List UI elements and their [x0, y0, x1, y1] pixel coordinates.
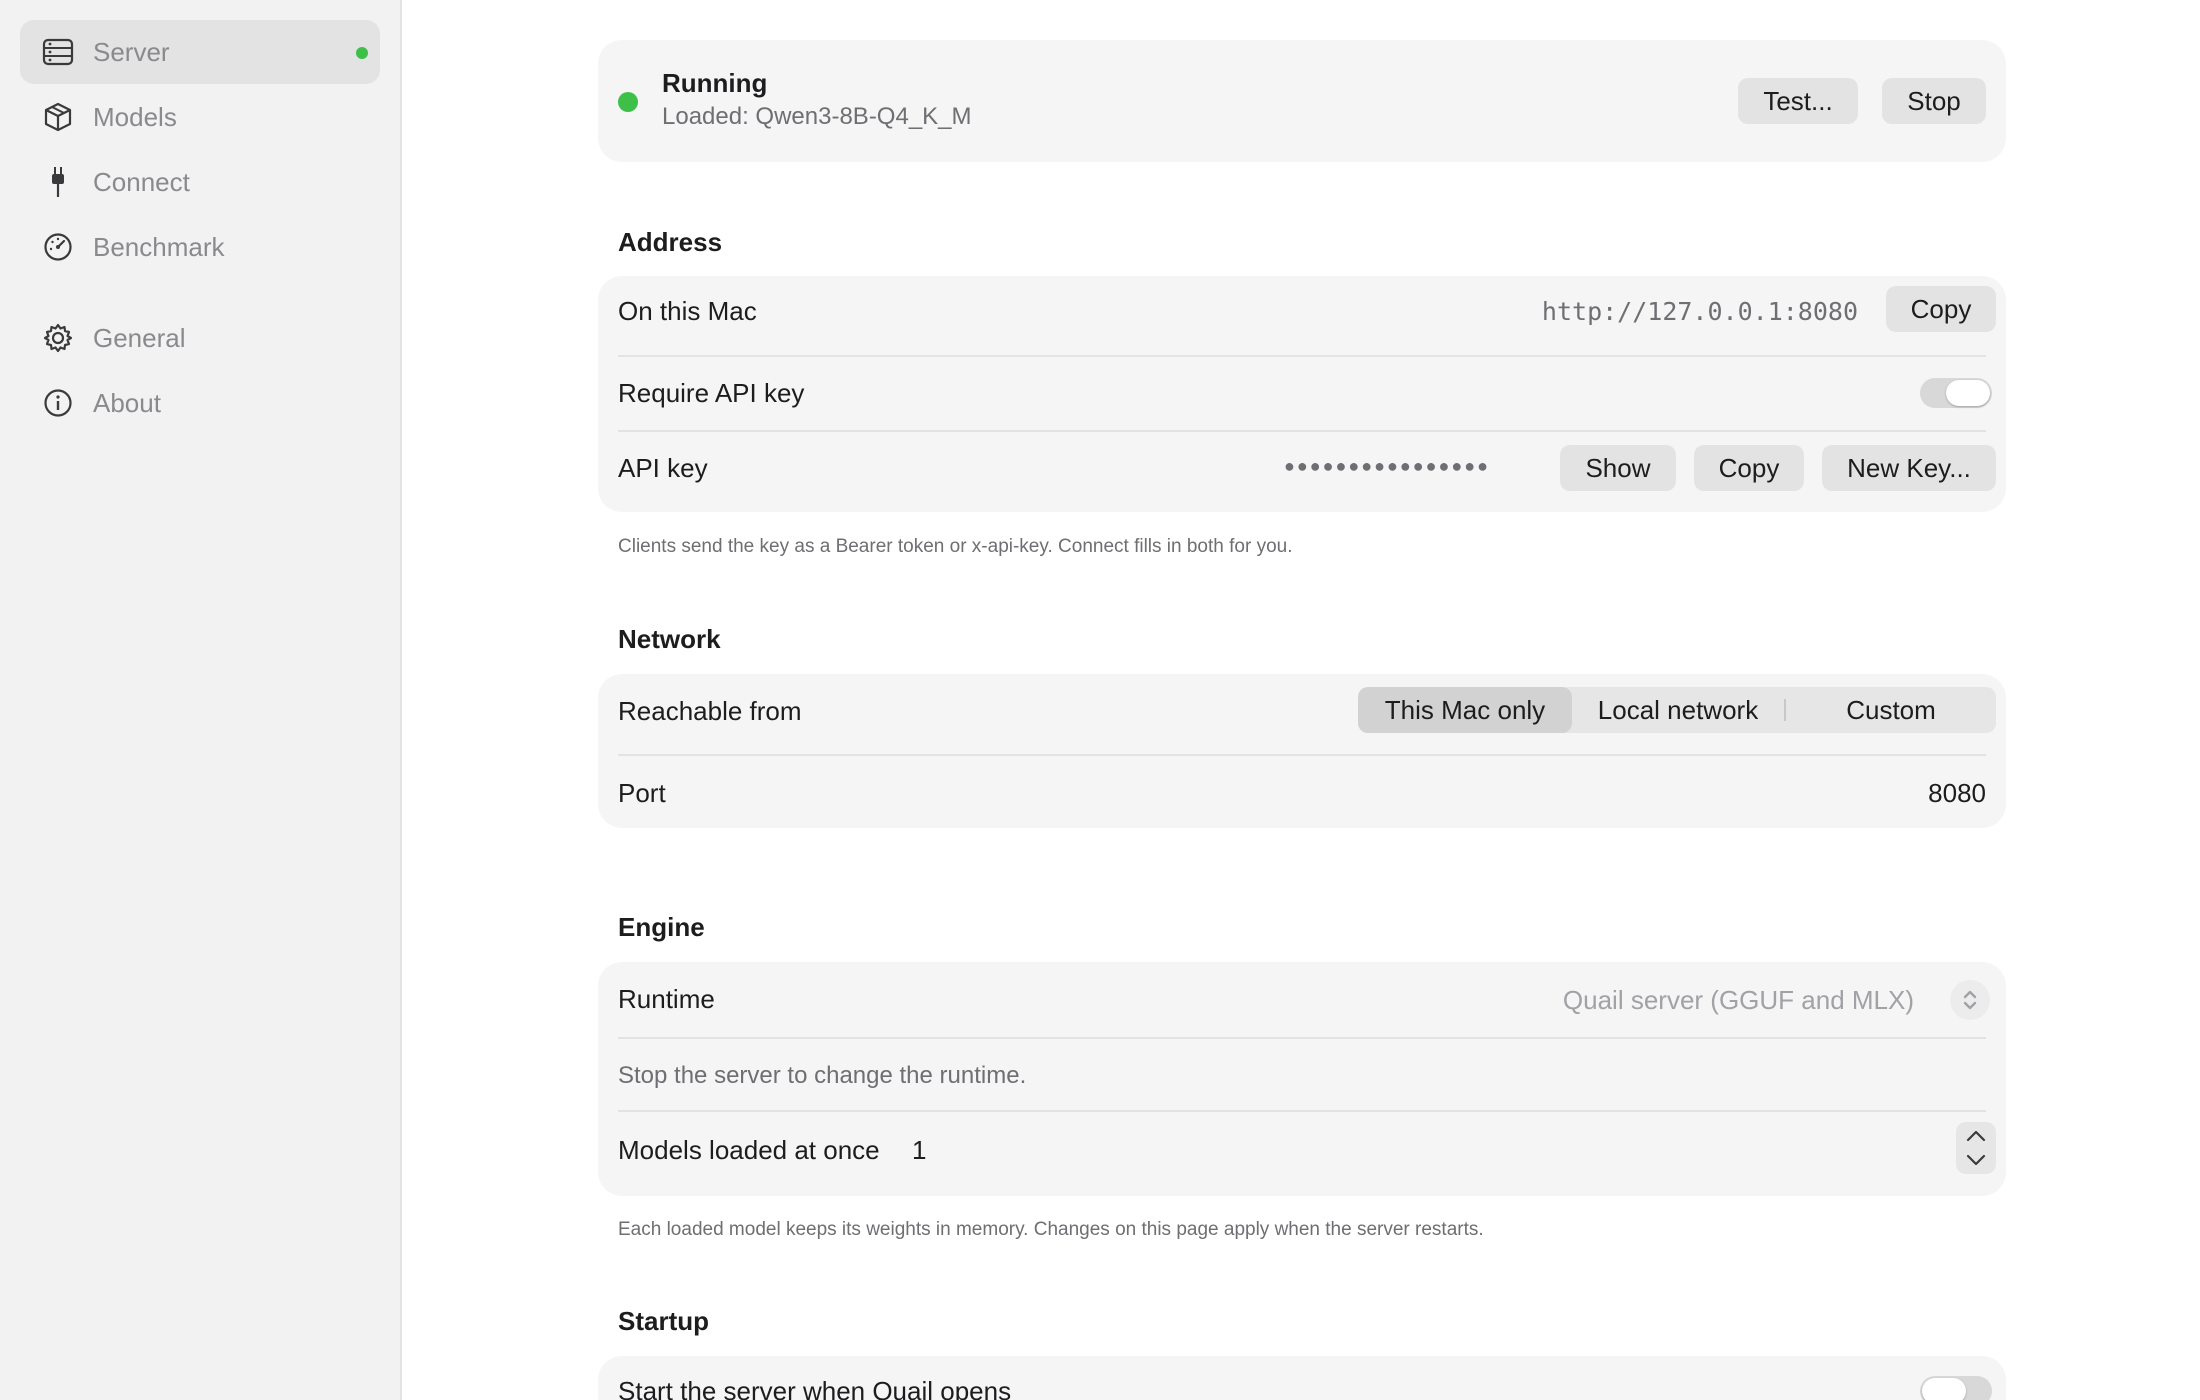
copy-url-button[interactable]: Copy: [1886, 286, 1996, 332]
section-title-startup: Startup: [618, 1306, 709, 1336]
gauge-icon: [42, 231, 74, 263]
sidebar-item-label: Connect: [93, 166, 190, 197]
info-icon: [42, 387, 74, 419]
show-key-button[interactable]: Show: [1560, 445, 1676, 491]
divider: [618, 1037, 1986, 1039]
divider: [618, 430, 1986, 432]
test-button[interactable]: Test...: [1738, 78, 1858, 124]
segment-this-mac-only[interactable]: This Mac only: [1358, 687, 1572, 733]
section-title-engine: Engine: [618, 912, 705, 942]
gear-icon: [42, 322, 74, 354]
engine-card: Runtime Quail server (GGUF and MLX) Stop…: [598, 962, 2006, 1196]
start-on-open-toggle[interactable]: [1920, 1376, 1992, 1400]
runtime-note: Stop the server to change the runtime.: [618, 1062, 1027, 1089]
status-subtitle: Loaded: Qwen3-8B-Q4_K_M: [662, 103, 972, 130]
address-card: On this Mac http://127.0.0.1:8080 Copy R…: [598, 276, 2006, 512]
divider: [618, 355, 1986, 357]
plug-icon: [42, 166, 74, 198]
section-title-address: Address: [618, 227, 723, 257]
cube-icon: [42, 101, 74, 133]
sidebar-item-label: Server: [93, 36, 170, 67]
sidebar: Server Models Connect Benchmark General …: [0, 0, 402, 1400]
new-key-button[interactable]: New Key...: [1822, 445, 1996, 491]
sidebar-item-label: Models: [93, 101, 177, 132]
segment-custom[interactable]: Custom: [1786, 687, 1996, 733]
copy-key-button[interactable]: Copy: [1694, 445, 1804, 491]
port-label: Port: [618, 778, 666, 808]
segment-local-network[interactable]: Local network: [1572, 687, 1784, 733]
require-api-key-label: Require API key: [618, 378, 805, 408]
port-field[interactable]: 8080: [1928, 778, 1986, 809]
sidebar-item-label: Benchmark: [93, 231, 225, 262]
sidebar-item-label: General: [93, 322, 186, 353]
sidebar-item-benchmark[interactable]: Benchmark: [20, 215, 380, 279]
on-this-mac-label: On this Mac: [618, 296, 757, 326]
engine-note: Each loaded model keeps its weights in m…: [618, 1219, 1484, 1240]
status-indicator-icon: [618, 92, 638, 112]
runtime-select[interactable]: Quail server (GGUF and MLX): [1563, 985, 1914, 1016]
sidebar-item-general[interactable]: General: [20, 306, 380, 370]
network-card: Reachable from This Mac only Local netwo…: [598, 674, 2006, 828]
runtime-label: Runtime: [618, 984, 715, 1014]
server-url: http://127.0.0.1:8080: [1541, 297, 1858, 326]
section-title-network: Network: [618, 624, 721, 654]
server-icon: [42, 36, 74, 68]
server-status-card: Running Loaded: Qwen3-8B-Q4_K_M Test... …: [598, 40, 2006, 162]
models-loaded-field[interactable]: 1: [912, 1135, 926, 1166]
sidebar-item-about[interactable]: About: [20, 371, 380, 435]
start-on-open-label: Start the server when Quail opens: [618, 1376, 1012, 1400]
divider: [618, 754, 1986, 756]
chevron-up-down-icon[interactable]: [1950, 980, 1990, 1020]
running-indicator: [356, 47, 368, 59]
startup-card: Start the server when Quail opens: [598, 1356, 2006, 1400]
api-key-label: API key: [618, 453, 708, 483]
api-key-note: Clients send the key as a Bearer token o…: [618, 536, 1293, 557]
status-title: Running: [662, 68, 768, 98]
divider: [618, 1110, 1986, 1112]
models-loaded-stepper[interactable]: [1956, 1122, 1996, 1174]
sidebar-item-models[interactable]: Models: [20, 85, 380, 149]
reachable-from-label: Reachable from: [618, 696, 802, 726]
reachable-from-segmented-control: This Mac only Local network Custom: [1358, 687, 1996, 733]
sidebar-item-server[interactable]: Server: [20, 20, 380, 84]
api-key-masked: ●●●●●●●●●●●●●●●●: [1284, 456, 1490, 476]
models-loaded-label: Models loaded at once: [618, 1135, 880, 1165]
sidebar-item-label: About: [93, 387, 161, 418]
sidebar-item-connect[interactable]: Connect: [20, 150, 380, 214]
require-api-key-toggle[interactable]: [1920, 378, 1992, 408]
stop-button[interactable]: Stop: [1882, 78, 1986, 124]
